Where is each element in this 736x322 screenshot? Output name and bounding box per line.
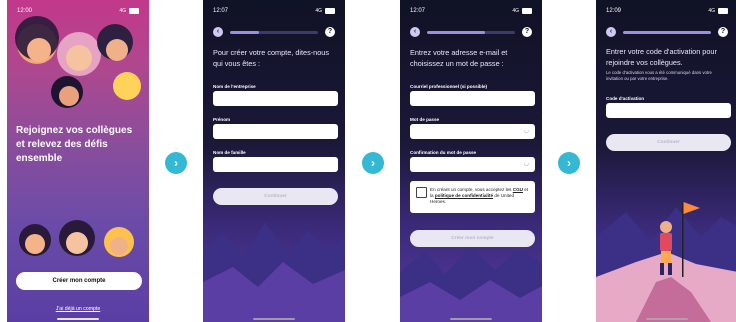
status-time: 12:07 [213, 8, 229, 14]
status-indicators: 4G [708, 8, 728, 14]
eye-icon[interactable]: ◡ [522, 161, 531, 168]
status-bar: 12:09 4G [606, 6, 728, 16]
terms-prefix: En créant un compte, vous acceptez les [430, 187, 512, 192]
next-arrow-icon: › [558, 152, 580, 174]
mountains-illustration [203, 212, 345, 322]
terms-checkbox[interactable] [416, 187, 427, 198]
status-indicators: 4G [512, 8, 532, 14]
terms-box: En créant un compte, vous acceptez les C… [410, 181, 535, 213]
welcome-title: Rejoignez vos collègues et relevez des d… [16, 125, 133, 164]
activation-note: Le code d'activation vous a été communiq… [606, 70, 712, 81]
home-indicator [450, 318, 492, 320]
home-indicator [646, 318, 688, 320]
email-label: Courriel professionnel (si possible) [410, 84, 488, 89]
back-icon[interactable]: ‹ [213, 27, 223, 37]
last-name-input[interactable] [213, 157, 338, 172]
activation-code-input[interactable] [606, 103, 731, 118]
team-illustration [15, 16, 141, 108]
help-icon[interactable]: ? [718, 27, 728, 37]
last-name-label: Nom de famille [213, 150, 246, 155]
friends-illustration [19, 220, 134, 257]
cgu-link[interactable]: CGU [513, 187, 523, 192]
progress-bar [623, 30, 711, 34]
welcome-screen: 12:00 4G Rejoignez vos collègues et rele… [7, 0, 149, 322]
activation-code-label: Code d'activation [606, 96, 645, 101]
nav-bar: ‹ ? [213, 26, 335, 38]
battery-icon [718, 8, 728, 14]
battery-icon [325, 8, 335, 14]
status-time: 12:07 [410, 8, 426, 14]
status-bar: 12:07 4G [213, 6, 335, 16]
network-label: 4G [315, 8, 322, 14]
progress-bar [230, 30, 318, 34]
create-account-button[interactable]: Créer mon compte [16, 272, 142, 290]
credentials-screen: 12:07 4G ‹ ? Entrez votre adresse e-mail… [400, 0, 542, 322]
battery-icon [522, 8, 532, 14]
status-bar: 12:07 4G [410, 6, 532, 16]
continue-button[interactable]: Continuer [213, 188, 338, 205]
status-indicators: 4G [315, 8, 335, 14]
password-input[interactable]: ◡ [410, 124, 535, 139]
network-label: 4G [512, 8, 519, 14]
summit-illustration [596, 182, 736, 322]
terms-text: En créant un compte, vous acceptez les C… [430, 187, 531, 206]
back-icon[interactable]: ‹ [606, 27, 616, 37]
confirm-password-input[interactable]: ◡ [410, 157, 535, 172]
home-indicator [57, 318, 99, 320]
nav-bar: ‹ ? [410, 26, 532, 38]
activation-screen: 12:09 4G ‹ ? Entrer votre code d'activat… [596, 0, 736, 322]
continue-button[interactable]: Continuer [606, 134, 731, 151]
identity-screen: 12:07 4G ‹ ? Pour créer votre compte, di… [203, 0, 345, 322]
progress-bar [427, 30, 515, 34]
first-name-label: Prénom [213, 117, 231, 122]
first-name-input[interactable] [213, 124, 338, 139]
confirm-password-label: Confirmation du mot de passe [410, 150, 477, 155]
mountains-illustration [400, 212, 542, 322]
company-label: Nom de l'entreprise [213, 84, 256, 89]
password-label: Mot de passe [410, 117, 440, 122]
existing-account-link[interactable]: J'ai déjà un compte [7, 306, 149, 312]
screen-heading: Pour créer votre compte, dites-nous qui … [213, 48, 329, 68]
next-arrow-icon: › [165, 152, 187, 174]
nav-bar: ‹ ? [606, 26, 728, 38]
network-label: 4G [708, 8, 715, 14]
help-icon[interactable]: ? [325, 27, 335, 37]
privacy-policy-link[interactable]: politique de confidentialité [435, 193, 493, 198]
next-arrow-icon: › [362, 152, 384, 174]
help-icon[interactable]: ? [522, 27, 532, 37]
screen-heading: Entrer votre code d'activation pour rejo… [606, 47, 717, 67]
home-indicator [253, 318, 295, 320]
status-time: 12:09 [606, 8, 622, 14]
eye-icon[interactable]: ◡ [522, 128, 531, 135]
back-icon[interactable]: ‹ [410, 27, 420, 37]
email-input[interactable] [410, 91, 535, 106]
screen-heading: Entrez votre adresse e-mail et choisisse… [410, 48, 508, 68]
company-input[interactable] [213, 91, 338, 106]
